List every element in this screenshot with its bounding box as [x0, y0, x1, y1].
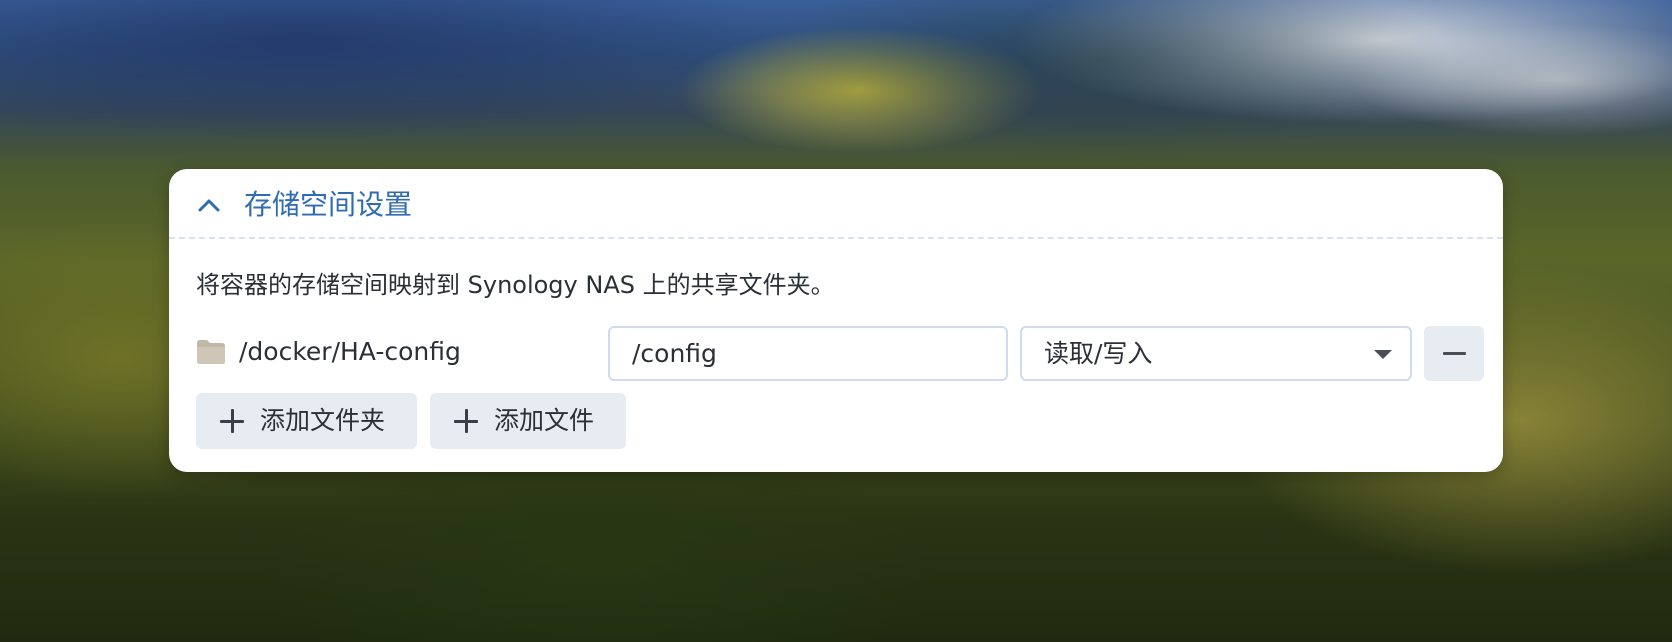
add-file-button[interactable]: 添加文件	[430, 393, 626, 449]
remove-mapping-button[interactable]	[1424, 326, 1484, 381]
collapse-toggle-button[interactable]	[195, 191, 223, 219]
add-folder-button[interactable]: 添加文件夹	[196, 393, 417, 449]
add-folder-label: 添加文件夹	[260, 406, 386, 435]
permission-select[interactable]: 读取/写入	[1020, 326, 1412, 381]
permission-select-value: 读取/写入	[1044, 339, 1153, 368]
plus-icon	[220, 409, 244, 433]
panel-title[interactable]: 存储空间设置	[244, 188, 412, 222]
chevron-up-icon	[198, 199, 220, 212]
panel-header: 存储空间设置	[169, 169, 1503, 239]
storage-settings-panel: 存储空间设置 将容器的存储空间映射到 Synology NAS 上的共享文件夹。…	[169, 169, 1503, 472]
mount-path-input[interactable]	[608, 326, 1008, 381]
host-folder-path: /docker/HA-config	[239, 337, 461, 366]
minus-icon	[1443, 352, 1466, 355]
panel-description: 将容器的存储空间映射到 Synology NAS 上的共享文件夹。	[196, 271, 835, 299]
plus-icon	[454, 409, 478, 433]
add-file-label: 添加文件	[494, 406, 595, 435]
caret-down-icon	[1374, 350, 1392, 359]
folder-icon	[197, 340, 225, 364]
